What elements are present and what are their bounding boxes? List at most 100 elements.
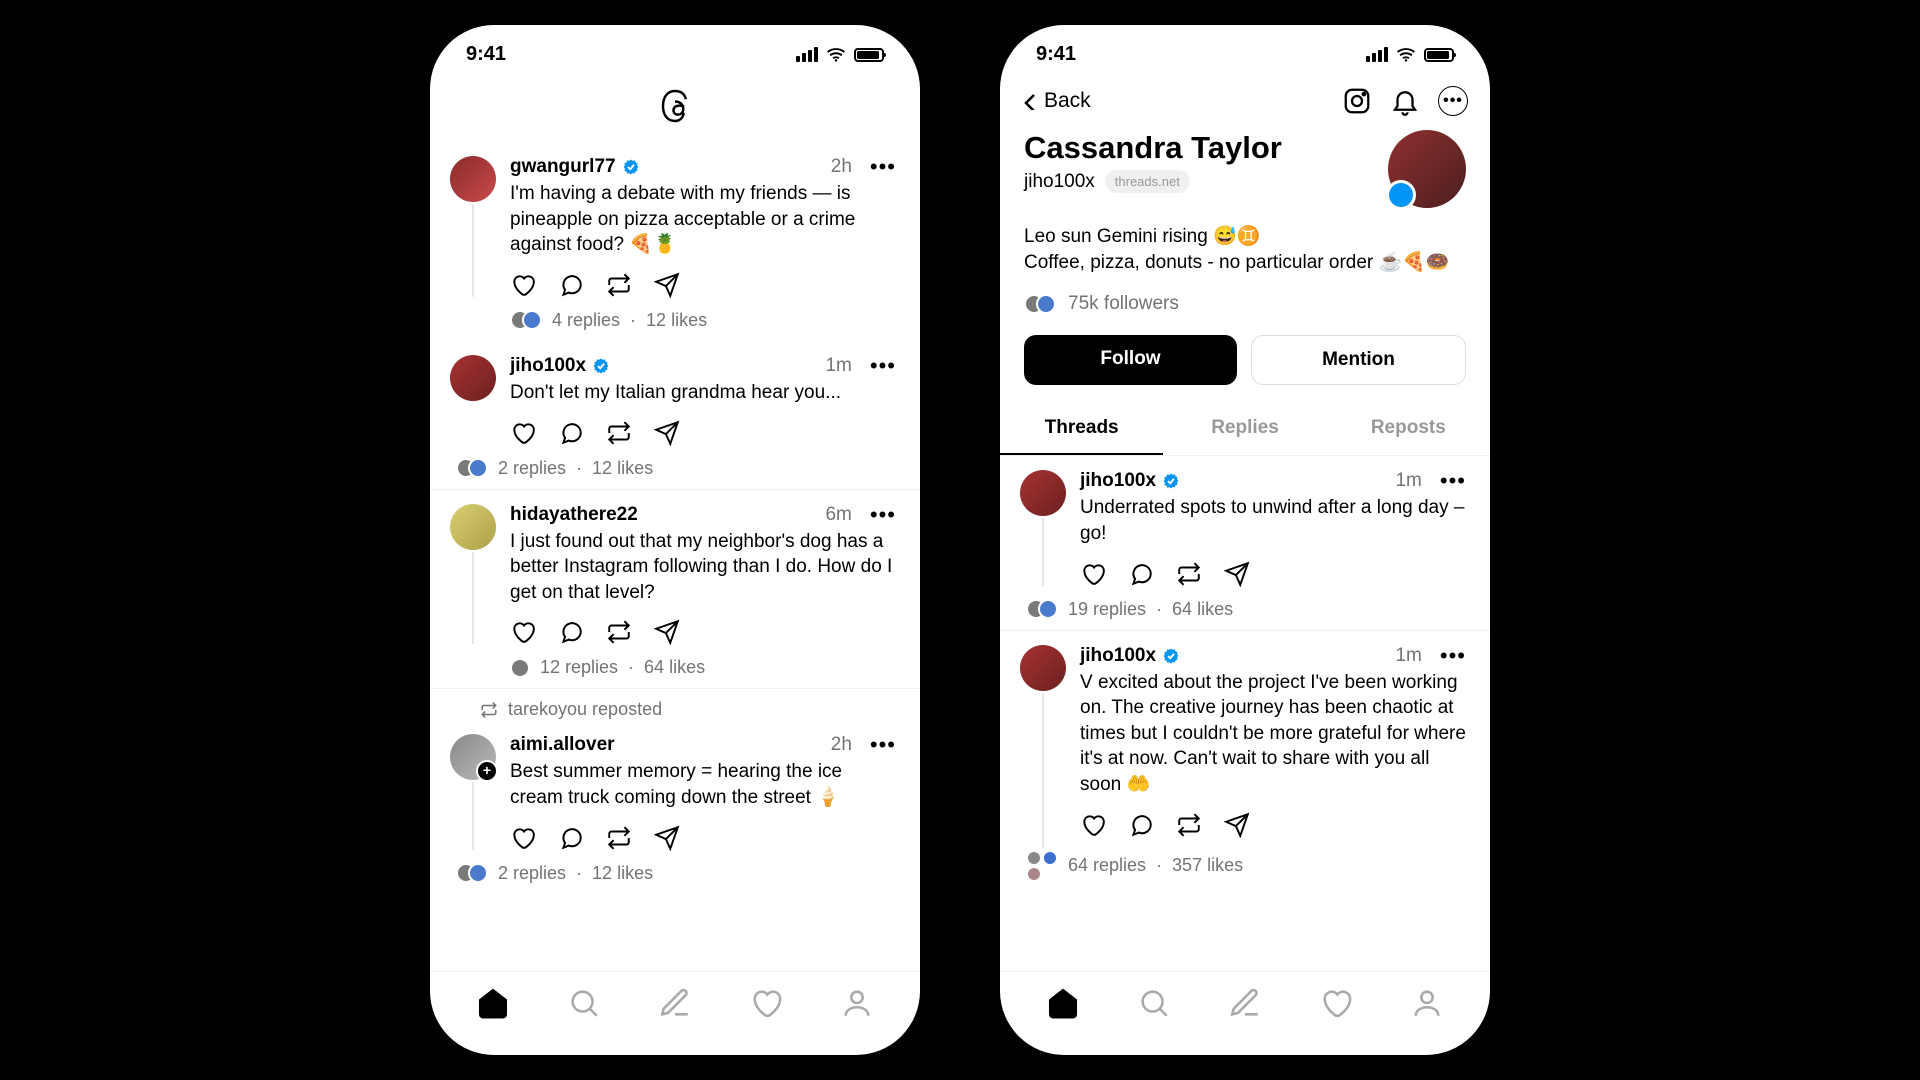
nav-compose[interactable] (658, 986, 692, 1025)
domain-pill[interactable]: threads.net (1105, 170, 1190, 193)
repost-icon[interactable] (1176, 561, 1202, 587)
instagram-icon[interactable] (1342, 86, 1372, 116)
post-text: Don't let my Italian grandma hear you... (510, 380, 896, 406)
comment-icon[interactable] (558, 825, 584, 851)
like-icon[interactable] (510, 825, 536, 851)
likes-count[interactable]: 12 likes (646, 310, 707, 331)
repost-icon[interactable] (606, 825, 632, 851)
repost-icon[interactable] (1176, 812, 1202, 838)
share-icon[interactable] (654, 272, 680, 298)
replies-count[interactable]: 12 replies (540, 657, 618, 678)
avatar[interactable] (450, 355, 496, 401)
avatar[interactable] (1020, 645, 1066, 691)
nav-home[interactable] (1046, 986, 1080, 1025)
post-username[interactable]: jiho100x (510, 355, 586, 377)
share-icon[interactable] (1224, 812, 1250, 838)
nav-home[interactable] (476, 986, 510, 1025)
post-username[interactable]: jiho100x (1080, 645, 1156, 667)
followers-row[interactable]: 75k followers (1024, 293, 1466, 315)
tab-replies[interactable]: Replies (1163, 403, 1326, 455)
back-button[interactable]: Back (1022, 89, 1091, 113)
post-time: 1m (1395, 645, 1421, 667)
like-icon[interactable] (510, 420, 536, 446)
wifi-icon (1396, 47, 1416, 62)
threads-logo-icon[interactable] (657, 88, 693, 124)
replies-count[interactable]: 4 replies (552, 310, 620, 331)
reply-avatars (510, 310, 542, 330)
share-icon[interactable] (654, 619, 680, 645)
nav-profile[interactable] (1410, 986, 1444, 1025)
more-icon[interactable]: ••• (870, 738, 896, 752)
notifications-icon[interactable] (1390, 86, 1420, 116)
status-time: 9:41 (1036, 43, 1076, 66)
profile-avatar[interactable] (1388, 130, 1466, 208)
replies-count[interactable]: 64 replies (1068, 855, 1146, 876)
comment-icon[interactable] (558, 619, 584, 645)
replies-count[interactable]: 2 replies (498, 458, 566, 479)
comment-icon[interactable] (1128, 561, 1154, 587)
more-icon[interactable]: ••• (1440, 649, 1466, 663)
avatar[interactable] (1020, 470, 1066, 516)
signal-icon (796, 47, 818, 62)
post-username[interactable]: jiho100x (1080, 470, 1156, 492)
nav-activity[interactable] (1319, 986, 1353, 1025)
profile-post: jiho100x 1m ••• V excited about the proj… (1000, 630, 1490, 892)
tab-reposts[interactable]: Reposts (1327, 403, 1490, 455)
share-icon[interactable] (654, 825, 680, 851)
bottom-nav (1000, 971, 1490, 1055)
profile-tabs: Threads Replies Reposts (1000, 403, 1490, 456)
nav-bar: Back ••• (1000, 76, 1490, 130)
display-name: Cassandra Taylor (1024, 130, 1282, 166)
repost-note: tarekoyou reposted (430, 689, 920, 720)
avatar[interactable] (450, 504, 496, 550)
follow-button[interactable]: Follow (1024, 335, 1237, 385)
battery-icon (1424, 48, 1454, 62)
like-icon[interactable] (1080, 812, 1106, 838)
like-icon[interactable] (510, 619, 536, 645)
share-icon[interactable] (654, 420, 680, 446)
likes-count[interactable]: 357 likes (1172, 855, 1243, 876)
more-icon[interactable]: ••• (870, 508, 896, 522)
post-text: Best summer memory = hearing the ice cre… (510, 759, 896, 810)
post-username[interactable]: hidayathere22 (510, 504, 638, 526)
nav-search[interactable] (1137, 986, 1171, 1025)
tab-threads[interactable]: Threads (1000, 403, 1163, 455)
post-username[interactable]: gwangurl77 (510, 156, 616, 178)
likes-count[interactable]: 12 likes (592, 863, 653, 884)
reply-avatars (1026, 850, 1058, 882)
nav-search[interactable] (567, 986, 601, 1025)
replies-count[interactable]: 2 replies (498, 863, 566, 884)
status-bar: 9:41 (1000, 25, 1490, 76)
phone-profile: 9:41 Back ••• Cassandra Taylor jiho100x … (1000, 25, 1490, 1055)
more-icon[interactable]: ••• (870, 160, 896, 174)
wifi-icon (826, 47, 846, 62)
repost-icon[interactable] (606, 272, 632, 298)
avatar[interactable] (450, 156, 496, 202)
comment-icon[interactable] (558, 272, 584, 298)
reply-avatars (456, 863, 488, 883)
more-icon[interactable]: ••• (1440, 474, 1466, 488)
followers-count: 75k followers (1068, 293, 1179, 315)
share-icon[interactable] (1224, 561, 1250, 587)
like-icon[interactable] (1080, 561, 1106, 587)
repost-icon[interactable] (606, 619, 632, 645)
nav-activity[interactable] (749, 986, 783, 1025)
more-menu-icon[interactable]: ••• (1438, 86, 1468, 116)
repost-icon[interactable] (606, 420, 632, 446)
replies-count[interactable]: 19 replies (1068, 599, 1146, 620)
comment-icon[interactable] (558, 420, 584, 446)
post-username[interactable]: aimi.allover (510, 734, 615, 756)
comment-icon[interactable] (1128, 812, 1154, 838)
post-text: V excited about the project I've been wo… (1080, 670, 1466, 798)
likes-count[interactable]: 64 likes (1172, 599, 1233, 620)
app-header (430, 76, 920, 142)
nav-compose[interactable] (1228, 986, 1262, 1025)
post-time: 2h (831, 734, 852, 756)
nav-profile[interactable] (840, 986, 874, 1025)
more-icon[interactable]: ••• (870, 359, 896, 373)
like-icon[interactable] (510, 272, 536, 298)
mention-button[interactable]: Mention (1251, 335, 1466, 385)
likes-count[interactable]: 64 likes (644, 657, 705, 678)
avatar[interactable] (450, 734, 496, 780)
likes-count[interactable]: 12 likes (592, 458, 653, 479)
